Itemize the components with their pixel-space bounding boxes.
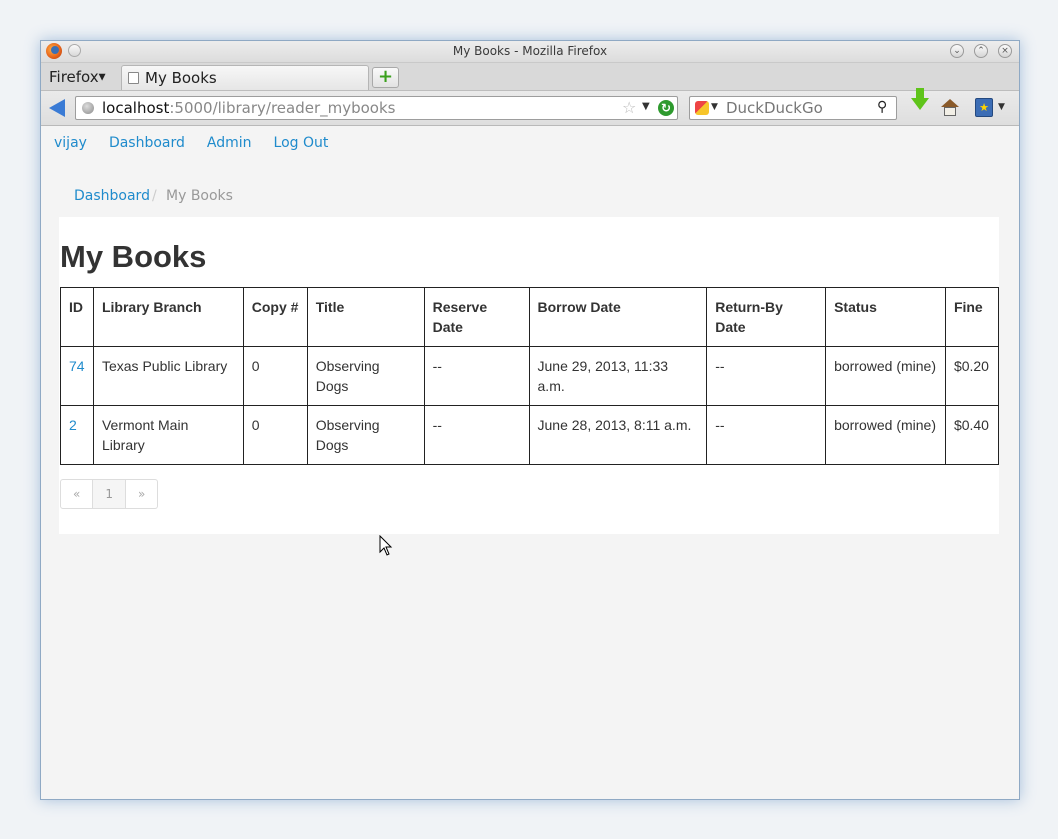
page-content: vijay Dashboard Admin Log Out Dashboard / M… [41, 126, 1019, 799]
home-icon[interactable] [941, 99, 959, 117]
download-icon[interactable] [911, 88, 929, 110]
cell-title: Observing Dogs [306, 346, 425, 406]
book-id-link[interactable]: 2 [69, 417, 77, 433]
top-navigation: vijay Dashboard Admin Log Out [54, 135, 350, 151]
breadcrumb-separator: / [152, 188, 157, 204]
breadcrumb-current: My Books [166, 188, 233, 204]
history-dropdown-icon[interactable]: ▼ [642, 101, 650, 112]
breadcrumb: Dashboard / My Books [59, 178, 999, 217]
pagination-page-button[interactable]: 1 [93, 479, 126, 509]
url-path: :5000/library/reader_mybooks [169, 99, 396, 117]
search-placeholder: DuckDuckGo [726, 99, 823, 117]
cell-reserve-date: -- [423, 405, 530, 465]
cell-borrow-date: June 29, 2013, 11:33 a.m. [528, 346, 708, 406]
table-row: 74 Texas Public Library 0 Observing Dogs… [60, 346, 1000, 406]
cell-copy: 0 [242, 346, 308, 406]
cell-fine: $0.40 [944, 405, 1000, 465]
content-panel: My Books ID Library Branch Copy # Title … [59, 217, 1000, 534]
col-header-reserve-date: Reserve Date [423, 287, 530, 347]
col-header-title: Title [306, 287, 425, 347]
title-bar: My Books - Mozilla Firefox ⌄ ⌃ × [41, 41, 1019, 63]
cell-copy: 0 [242, 405, 308, 465]
cell-id: 2 [60, 405, 94, 465]
cell-return-by-date: -- [706, 346, 827, 406]
cell-status: borrowed (mine) [825, 405, 946, 465]
table-row: 2 Vermont Main Library 0 Observing Dogs … [60, 405, 1000, 465]
tab-my-books[interactable]: My Books [121, 65, 369, 90]
binoculars-icon[interactable]: ⚲ [877, 99, 887, 115]
firefox-menu-button[interactable]: Firefox▼ [49, 68, 106, 86]
search-engine-icon[interactable] [695, 101, 709, 115]
cell-borrow-date: June 28, 2013, 8:11 a.m. [528, 405, 708, 465]
firefox-menu-label: Firefox [49, 68, 99, 86]
nav-dashboard-link[interactable]: Dashboard [109, 135, 185, 151]
books-table: ID Library Branch Copy # Title Reserve D… [60, 287, 1000, 465]
url-text[interactable]: localhost:5000/library/reader_mybooks [102, 99, 395, 117]
chevron-down-icon: ▼ [98, 72, 106, 83]
globe-icon [82, 102, 94, 114]
pagination: « 1 » [60, 479, 159, 509]
close-button[interactable]: × [998, 44, 1012, 58]
nav-logout-link[interactable]: Log Out [274, 135, 329, 151]
maximize-button[interactable]: ⌃ [974, 44, 988, 58]
book-id-link[interactable]: 74 [69, 358, 85, 374]
col-header-copy: Copy # [242, 287, 308, 347]
url-host: localhost [102, 99, 170, 117]
nav-user-link[interactable]: vijay [54, 135, 87, 151]
tab-label: My Books [145, 69, 217, 87]
breadcrumb-dashboard-link[interactable]: Dashboard [74, 188, 150, 204]
table-header-row: ID Library Branch Copy # Title Reserve D… [60, 287, 1000, 347]
nav-admin-link[interactable]: Admin [207, 135, 252, 151]
tab-bar: Firefox▼ My Books + [41, 63, 1019, 91]
navigation-toolbar: localhost:5000/library/reader_mybooks ☆ … [41, 88, 1019, 126]
cell-library-branch: Vermont Main Library [92, 405, 244, 465]
col-header-status: Status [825, 287, 946, 347]
col-header-fine: Fine [944, 287, 1000, 347]
pagination-next-button[interactable]: » [125, 479, 159, 509]
col-header-return-by-date: Return-By Date [706, 287, 827, 347]
chevron-down-icon[interactable]: ▼ [711, 102, 718, 112]
col-header-library-branch: Library Branch [92, 287, 244, 347]
cell-status: borrowed (mine) [825, 346, 946, 406]
address-bar[interactable]: localhost:5000/library/reader_mybooks ☆ … [75, 96, 678, 120]
minimize-button[interactable]: ⌄ [950, 44, 964, 58]
back-arrow-icon[interactable] [49, 99, 65, 117]
chevron-down-icon[interactable]: ▼ [998, 102, 1005, 112]
cell-id: 74 [60, 346, 94, 406]
new-tab-button[interactable]: + [372, 67, 399, 88]
col-header-id: ID [60, 287, 94, 347]
col-header-borrow-date: Borrow Date [528, 287, 708, 347]
page-icon [128, 72, 139, 84]
bookmarks-icon[interactable]: ★ [975, 98, 993, 117]
cell-title: Observing Dogs [306, 405, 425, 465]
page-title: My Books [60, 239, 207, 274]
cell-fine: $0.20 [944, 346, 1000, 406]
cell-library-branch: Texas Public Library [92, 346, 244, 406]
bookmark-star-icon[interactable]: ☆ [622, 98, 636, 117]
cell-return-by-date: -- [706, 405, 827, 465]
cell-reserve-date: -- [423, 346, 530, 406]
pagination-prev-button[interactable]: « [60, 479, 94, 509]
reload-icon[interactable]: ↻ [658, 100, 674, 116]
browser-window: My Books - Mozilla Firefox ⌄ ⌃ × Firefox… [40, 40, 1020, 800]
window-title: My Books - Mozilla Firefox [452, 44, 608, 58]
search-bar[interactable]: ▼ DuckDuckGo ⚲ [689, 96, 897, 120]
